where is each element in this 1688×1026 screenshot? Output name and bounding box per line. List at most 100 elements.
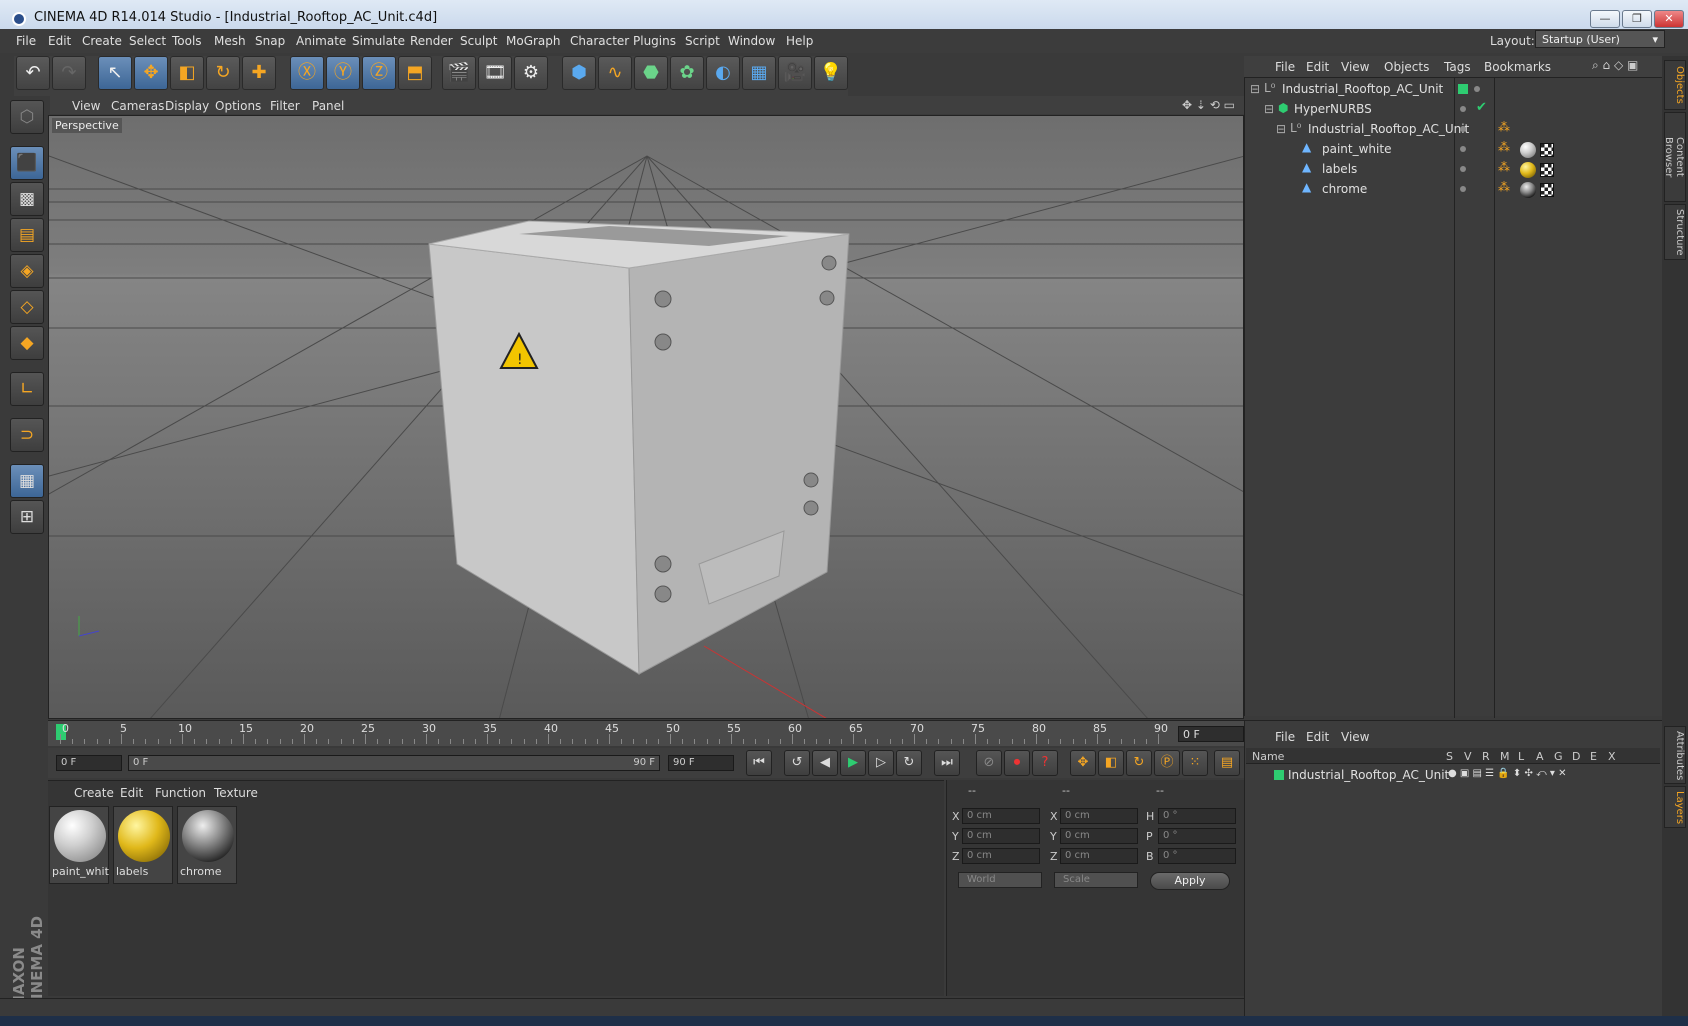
axis-mode-icon[interactable]: ∟ <box>10 372 44 406</box>
layer-col-manager[interactable]: M <box>1500 750 1510 763</box>
menu-select[interactable]: Select <box>129 34 166 48</box>
material-tag-labels[interactable] <box>1520 162 1536 178</box>
phong-tag-icon[interactable]: ⁂ <box>1498 140 1510 154</box>
next-frame-icon[interactable]: ▷ <box>868 750 894 776</box>
go-to-start-icon[interactable]: ⏮ <box>746 750 772 776</box>
layer-col-deformers[interactable]: D <box>1572 750 1580 763</box>
position-x-field[interactable]: 0 cm <box>962 808 1040 824</box>
phong-tag-icon[interactable]: ⁂ <box>1498 120 1510 134</box>
objects-menu-bookmarks[interactable]: Bookmarks <box>1484 60 1551 74</box>
enabled-check-icon[interactable]: ✔ <box>1476 100 1487 115</box>
menu-mograph[interactable]: MoGraph <box>506 34 561 48</box>
object-row[interactable]: ⊟ ⬢ HyperNURBS ✔ <box>1246 100 1660 120</box>
object-row[interactable]: ▲ chrome ⁂ <box>1246 180 1660 200</box>
viewport-menu-panel[interactable]: Panel <box>312 99 344 113</box>
objects-menu-view[interactable]: View <box>1341 60 1369 74</box>
material-swatch-paint-white[interactable]: paint_whit <box>49 806 109 884</box>
redo-icon[interactable]: ↷ <box>52 56 86 90</box>
layer-col-xref[interactable]: X <box>1608 750 1616 763</box>
layer-col-animation[interactable]: A <box>1536 750 1544 763</box>
search-icon[interactable]: ⌕ ⌂ ◇ ▣ <box>1592 58 1638 73</box>
rotation-h-field[interactable]: 0 ° <box>1158 808 1236 824</box>
position-y-field[interactable]: 0 cm <box>962 828 1040 844</box>
edges-mode-icon[interactable]: ◇ <box>10 290 44 324</box>
uvw-tag-icon[interactable] <box>1540 183 1554 197</box>
menu-window[interactable]: Window <box>728 34 775 48</box>
key-position-icon[interactable]: ✥ <box>1070 750 1096 776</box>
material-menu-edit[interactable]: Edit <box>120 786 143 800</box>
grid-snap-icon[interactable]: ⊞ <box>10 500 44 534</box>
objects-menu-tags[interactable]: Tags <box>1444 60 1471 74</box>
cube-object-icon[interactable]: ⬢ <box>562 56 596 90</box>
render-picture-viewer-icon[interactable]: 🎞 <box>478 56 512 90</box>
model-mode-icon[interactable]: ⬛ <box>10 146 44 180</box>
object-row[interactable]: ▲ paint_white ⁂ <box>1246 140 1660 160</box>
object-row[interactable]: ⊟ L⁰ Industrial_Rooftop_AC_Unit <box>1246 80 1660 100</box>
autokeying-icon[interactable]: ⏺ <box>1004 750 1030 776</box>
viewport-menu-options[interactable]: Options <box>215 99 261 113</box>
next-key-icon[interactable]: ↻ <box>896 750 922 776</box>
material-tag-paint-white[interactable] <box>1520 142 1536 158</box>
viewport-menu-filter[interactable]: Filter <box>270 99 300 113</box>
key-point-level-icon[interactable]: ⁙ <box>1182 750 1208 776</box>
menu-script[interactable]: Script <box>685 34 720 48</box>
viewport-menu-cameras[interactable]: Cameras <box>111 99 164 113</box>
visibility-dot[interactable] <box>1460 146 1466 152</box>
texture-mode-icon[interactable]: ▩ <box>10 182 44 216</box>
material-swatch-chrome[interactable]: chrome <box>177 806 237 884</box>
viewport-menu-view[interactable]: View <box>72 99 100 113</box>
polygons-mode-icon[interactable]: ◆ <box>10 326 44 360</box>
rotation-p-field[interactable]: 0 ° <box>1158 828 1236 844</box>
viewport-3d[interactable]: ! <box>48 115 1244 719</box>
visibility-dot[interactable] <box>1460 166 1466 172</box>
layer-toggle-icons[interactable]: ● ▣ ▤ ☰ 🔒 ⬍ ✣ ⤺ ▾ ✕ <box>1448 768 1567 779</box>
deformer-icon[interactable]: ◐ <box>706 56 740 90</box>
uvw-tag-icon[interactable] <box>1540 163 1554 177</box>
layer-col-view[interactable]: V <box>1464 750 1472 763</box>
tab-objects[interactable]: Objects <box>1664 60 1686 110</box>
collapse-icon[interactable]: ⊟ <box>1250 82 1260 96</box>
size-mode-select[interactable]: Scale <box>1054 872 1138 888</box>
menu-render[interactable]: Render <box>410 34 453 48</box>
visibility-dot[interactable] <box>1460 126 1466 132</box>
end-frame-field[interactable]: 90 F <box>668 755 734 771</box>
recent-tool-icon[interactable]: ✚ <box>242 56 276 90</box>
play-icon[interactable]: ▶ <box>840 750 866 776</box>
layer-col-solo[interactable]: S <box>1446 750 1453 763</box>
rotation-b-field[interactable]: 0 ° <box>1158 848 1236 864</box>
snap-magnet-icon[interactable]: ⊃ <box>10 418 44 452</box>
coordinate-system-icon[interactable]: ⬒ <box>398 56 432 90</box>
tab-content-browser[interactable]: Content Browser <box>1663 112 1686 202</box>
keyframe-selection-icon[interactable]: ? <box>1032 750 1058 776</box>
tab-attributes[interactable]: Attributes <box>1664 726 1686 784</box>
coordinate-space-select[interactable]: World <box>958 872 1042 888</box>
menu-simulate[interactable]: Simulate <box>352 34 405 48</box>
layer-col-expressions[interactable]: E <box>1590 750 1597 763</box>
apply-button[interactable]: Apply <box>1150 872 1230 890</box>
menu-tools[interactable]: Tools <box>172 34 202 48</box>
objects-menu-objects[interactable]: Objects <box>1384 60 1429 74</box>
layer-color-swatch[interactable] <box>1274 770 1284 780</box>
key-parameter-icon[interactable]: Ⓟ <box>1154 750 1180 776</box>
layer-row[interactable]: Industrial_Rooftop_AC_Unit ● ▣ ▤ ☰ 🔒 ⬍ ✣… <box>1246 766 1660 786</box>
make-editable-icon[interactable]: ⬡ <box>10 100 44 134</box>
frame-range-slider[interactable]: 0 F 90 F <box>128 755 660 771</box>
viewport-nav-icons[interactable]: ✥ ⇣ ⟲ ▭ <box>1182 98 1235 112</box>
layout-select[interactable]: Startup (User) ▾ <box>1535 30 1665 48</box>
rotate-icon[interactable]: ↻ <box>206 56 240 90</box>
previous-frame-icon[interactable]: ◀ <box>812 750 838 776</box>
collapse-icon[interactable]: ⊟ <box>1264 102 1274 116</box>
timeline-window-icon[interactable]: ▤ <box>1214 750 1240 776</box>
layers-menu-view[interactable]: View <box>1341 730 1369 744</box>
layer-col-render[interactable]: R <box>1482 750 1490 763</box>
close-button[interactable]: ✕ <box>1654 10 1684 28</box>
visibility-dot[interactable] <box>1460 106 1466 112</box>
y-axis-icon[interactable]: Ⓨ <box>326 56 360 90</box>
position-z-field[interactable]: 0 cm <box>962 848 1040 864</box>
menu-help[interactable]: Help <box>786 34 813 48</box>
material-menu-function[interactable]: Function <box>155 786 206 800</box>
size-x-field[interactable]: 0 cm <box>1060 808 1138 824</box>
tab-layers[interactable]: Layers <box>1664 786 1686 828</box>
material-tag-chrome[interactable] <box>1520 182 1536 198</box>
undo-icon[interactable]: ↶ <box>16 56 50 90</box>
